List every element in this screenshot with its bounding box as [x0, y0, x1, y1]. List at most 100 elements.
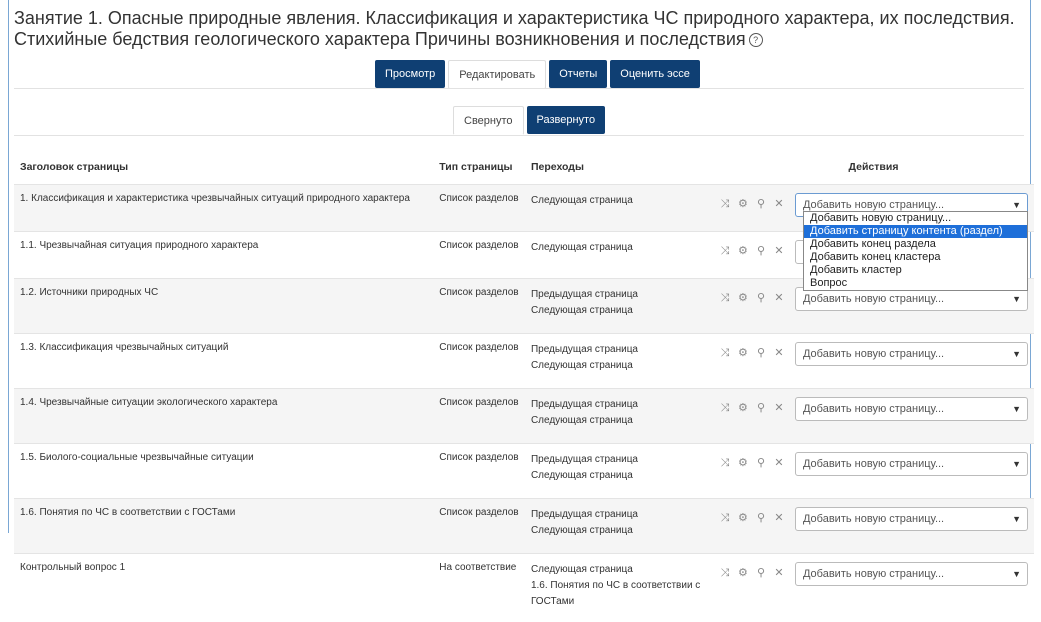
- transition-1: Предыдущая страница: [531, 507, 707, 523]
- dropdown-option[interactable]: Добавить страницу контента (раздел): [804, 225, 1027, 238]
- transition-1: Предыдущая страница: [531, 397, 707, 413]
- gear-icon[interactable]: ⚙: [737, 342, 749, 364]
- move-icon[interactable]: ⤨: [719, 193, 731, 215]
- transition-1: Предыдущая страница: [531, 342, 707, 358]
- gear-icon[interactable]: ⚙: [737, 287, 749, 309]
- gear-icon[interactable]: ⚙: [737, 452, 749, 474]
- transition-2: 1.6. Понятия по ЧС в соответствии с: [531, 578, 707, 594]
- move-icon[interactable]: ⤨: [719, 287, 731, 309]
- preview-icon[interactable]: ⚲: [755, 287, 767, 309]
- table-row: 1.3. Классификация чрезвычайных ситуаций…: [14, 334, 1034, 389]
- transition-1: Предыдущая страница: [531, 452, 707, 468]
- page-type: Список разделов: [439, 287, 518, 298]
- move-icon[interactable]: ⤨: [719, 397, 731, 419]
- move-icon[interactable]: ⤨: [719, 240, 731, 262]
- move-icon[interactable]: ⤨: [719, 342, 731, 364]
- tab-divider: [14, 88, 1024, 89]
- gear-icon[interactable]: ⚙: [737, 562, 749, 584]
- add-page-select[interactable]: Добавить новую страницу...▼: [795, 562, 1028, 586]
- transition-2: Следующая страница: [531, 468, 707, 484]
- page-title: Занятие 1. Опасные природные явления. Кл…: [14, 8, 1024, 50]
- table-row: 1.5. Биолого-социальные чрезвычайные сит…: [14, 444, 1034, 499]
- view-tabs: Свернуто Развернуто: [453, 106, 608, 135]
- chevron-down-icon: ▼: [1012, 398, 1021, 420]
- transition-2: Следующая страница: [531, 523, 707, 539]
- move-icon[interactable]: ⤨: [719, 452, 731, 474]
- move-icon[interactable]: ⤨: [719, 507, 731, 529]
- transition-1: Следующая страница: [531, 562, 707, 578]
- chevron-down-icon: ▼: [1012, 288, 1021, 310]
- preview-icon[interactable]: ⚲: [755, 452, 767, 474]
- transition-1: Предыдущая страница: [531, 287, 707, 303]
- transition-2: Следующая страница: [531, 303, 707, 319]
- transition-3: ГОСТами: [531, 594, 707, 610]
- table-row: Контрольный вопрос 1На соответствиеСледу…: [14, 554, 1034, 622]
- page-type: Список разделов: [439, 193, 518, 204]
- dropdown-option[interactable]: Вопрос: [804, 277, 1027, 290]
- title-line-1: Занятие 1. Опасные природные явления. Кл…: [14, 8, 1024, 29]
- gear-icon[interactable]: ⚙: [737, 397, 749, 419]
- page-title-link[interactable]: 1.2. Источники природных ЧС: [20, 287, 158, 298]
- delete-icon[interactable]: ✕: [773, 452, 785, 474]
- help-icon[interactable]: ?: [749, 33, 763, 47]
- table-row: 1.4. Чрезвычайные ситуации экологическог…: [14, 389, 1034, 444]
- add-page-select[interactable]: Добавить новую страницу...▼: [795, 397, 1028, 421]
- main-tabs: Просмотр Редактировать Отчеты Оценить эс…: [375, 60, 703, 89]
- page-title-link[interactable]: 1.1. Чрезвычайная ситуация природного ха…: [20, 240, 258, 251]
- delete-icon[interactable]: ✕: [773, 287, 785, 309]
- preview-icon[interactable]: ⚲: [755, 240, 767, 262]
- preview-icon[interactable]: ⚲: [755, 507, 767, 529]
- delete-icon[interactable]: ✕: [773, 507, 785, 529]
- chevron-down-icon: ▼: [1012, 453, 1021, 475]
- page-title-link[interactable]: 1. Классификация и характеристика чрезвы…: [20, 193, 410, 204]
- gear-icon[interactable]: ⚙: [737, 193, 749, 215]
- dropdown-option[interactable]: Добавить новую страницу...: [804, 212, 1027, 225]
- delete-icon[interactable]: ✕: [773, 562, 785, 584]
- add-page-dropdown-list: Добавить новую страницу...Добавить стран…: [803, 211, 1028, 291]
- delete-icon[interactable]: ✕: [773, 342, 785, 364]
- transition-2: Следующая страница: [531, 358, 707, 374]
- page-title-link[interactable]: 1.5. Биолого-социальные чрезвычайные сит…: [20, 452, 254, 463]
- table-row: 1.6. Понятия по ЧС в соответствии с ГОСТ…: [14, 499, 1034, 554]
- delete-icon[interactable]: ✕: [773, 397, 785, 419]
- page-type: Список разделов: [439, 452, 518, 463]
- dropdown-option[interactable]: Добавить конец раздела: [804, 238, 1027, 251]
- move-icon[interactable]: ⤨: [719, 562, 731, 584]
- add-page-select[interactable]: Добавить новую страницу...▼: [795, 507, 1028, 531]
- add-page-select[interactable]: Добавить новую страницу...▼: [795, 452, 1028, 476]
- dropdown-option[interactable]: Добавить конец кластера: [804, 251, 1027, 264]
- tab-collapsed[interactable]: Свернуто: [453, 106, 524, 135]
- header-actions: Действия: [713, 150, 1034, 185]
- page-type: Список разделов: [439, 507, 518, 518]
- delete-icon[interactable]: ✕: [773, 193, 785, 215]
- page-title-link[interactable]: 1.4. Чрезвычайные ситуации экологическог…: [20, 397, 277, 408]
- delete-icon[interactable]: ✕: [773, 240, 785, 262]
- transition-1: Следующая страница: [531, 240, 707, 256]
- tab-preview[interactable]: Просмотр: [375, 60, 445, 88]
- add-page-select[interactable]: Добавить новую страницу...▼: [795, 342, 1028, 366]
- page-type: Список разделов: [439, 397, 518, 408]
- tab-edit[interactable]: Редактировать: [448, 60, 546, 89]
- page-title-link[interactable]: 1.3. Классификация чрезвычайных ситуаций: [20, 342, 228, 353]
- gear-icon[interactable]: ⚙: [737, 507, 749, 529]
- subtab-divider: [14, 135, 1024, 136]
- tab-reports[interactable]: Отчеты: [549, 60, 607, 88]
- header-transitions: Переходы: [525, 150, 713, 185]
- preview-icon[interactable]: ⚲: [755, 342, 767, 364]
- chevron-down-icon: ▼: [1012, 508, 1021, 530]
- transition-2: Следующая страница: [531, 413, 707, 429]
- chevron-down-icon: ▼: [1012, 343, 1021, 365]
- dropdown-option[interactable]: Добавить кластер: [804, 264, 1027, 277]
- preview-icon[interactable]: ⚲: [755, 397, 767, 419]
- transition-1: Следующая страница: [531, 193, 707, 209]
- preview-icon[interactable]: ⚲: [755, 193, 767, 215]
- preview-icon[interactable]: ⚲: [755, 562, 767, 584]
- tab-expanded[interactable]: Развернуто: [527, 106, 606, 134]
- title-line-2: Стихийные бедствия геологического характ…: [14, 29, 746, 49]
- page-title-link[interactable]: Контрольный вопрос 1: [20, 562, 125, 573]
- header-title: Заголовок страницы: [14, 150, 433, 185]
- page-type: Список разделов: [439, 240, 518, 251]
- page-title-link[interactable]: 1.6. Понятия по ЧС в соответствии с ГОСТ…: [20, 507, 235, 518]
- tab-grade-essay[interactable]: Оценить эссе: [610, 60, 700, 88]
- gear-icon[interactable]: ⚙: [737, 240, 749, 262]
